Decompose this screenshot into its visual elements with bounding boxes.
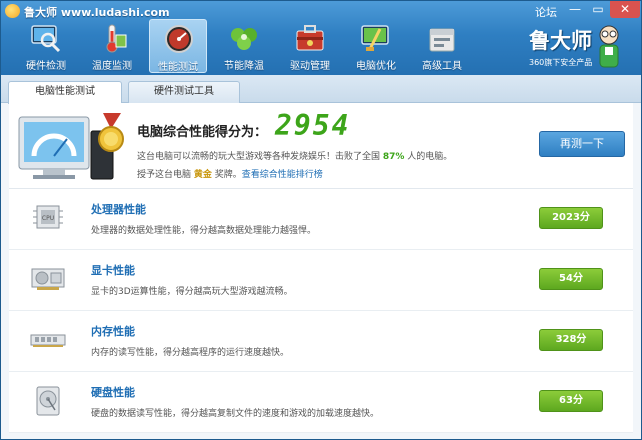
beat-percent: 87%: [382, 152, 405, 162]
score-label: 电脑综合性能得分为：: [137, 125, 268, 140]
svg-text:CPU: CPU: [42, 215, 54, 222]
tool-case-icon: [429, 28, 455, 52]
row-score-badge: 54分: [539, 268, 603, 290]
nav-driver-manage[interactable]: 驱动管理: [281, 19, 339, 73]
nav-temperature[interactable]: 温度监测: [83, 19, 141, 73]
header: 鲁大师 www.ludashi.com 论坛 — ▭ ✕ 硬件检测 温度监测 性…: [1, 1, 641, 75]
nav-label: 高级工具: [422, 61, 462, 72]
nav-optimize[interactable]: 电脑优化: [347, 19, 405, 73]
row-description: 显卡的3D运算性能，得分越高玩大型游戏越流畅。: [91, 287, 293, 297]
speedometer-icon: [165, 25, 193, 53]
nav-hardware-detect[interactable]: 硬件检测: [17, 19, 75, 73]
row-description: 处理器的数据处理性能，得分越高数据处理能力越强悍。: [91, 226, 317, 236]
row-score-badge: 2023分: [539, 207, 603, 229]
retest-button[interactable]: 再测一下: [539, 131, 625, 157]
tab-hardware-tools[interactable]: 硬件测试工具: [128, 81, 240, 103]
memory-score-row: 内存性能 内存的读写性能，得分越高程序的运行速度越快。 328分: [9, 311, 633, 372]
close-button[interactable]: ✕: [610, 1, 640, 18]
mascot-icon: [599, 25, 619, 68]
nav-label: 节能降温: [224, 61, 264, 72]
cpu-icon: CPU: [33, 205, 63, 229]
row-description: 硬盘的数据读写性能，得分越高复制文件的速度和游戏的加载速度越快。: [91, 409, 380, 419]
tab-performance-test[interactable]: 电脑性能测试: [8, 81, 122, 104]
nav-label: 硬件检测: [26, 61, 66, 72]
row-title[interactable]: 显卡性能: [91, 262, 135, 278]
app-logo-icon: [5, 4, 20, 18]
award-medal: 黄金: [193, 170, 212, 180]
row-title[interactable]: 硬盘性能: [91, 384, 135, 400]
cpu-score-row: CPU 处理器性能 处理器的数据处理性能，得分越高数据处理能力越强悍。 2023…: [9, 189, 633, 250]
desc-suffix: 人的电脑。: [404, 152, 453, 162]
nav-label: 电脑优化: [356, 61, 396, 72]
total-score: 2954: [275, 109, 351, 142]
component-scores-list: CPU 处理器性能 处理器的数据处理性能，得分越高数据处理能力越强悍。 2023…: [9, 189, 633, 433]
nav-label: 性能测试: [158, 62, 198, 73]
gpu-score-row: 显卡性能 显卡的3D运算性能，得分越高玩大型游戏越流畅。 54分: [9, 250, 633, 311]
row-title[interactable]: 内存性能: [91, 323, 135, 339]
ranking-link[interactable]: 查看综合性能排行榜: [242, 170, 323, 180]
nav-energy-saving[interactable]: 节能降温: [215, 19, 273, 73]
app-window: 鲁大师 www.ludashi.com 论坛 — ▭ ✕ 硬件检测 温度监测 性…: [0, 0, 642, 440]
nav-label: 温度监测: [92, 61, 132, 72]
award-prefix: 授予这台电脑: [137, 170, 194, 180]
magnifier-monitor-icon: [31, 25, 61, 53]
award-description: 授予这台电脑 黄金 奖牌。查看综合性能排行榜: [137, 167, 323, 180]
computer-medal-icon: [18, 113, 124, 180]
leaf-icon: [231, 28, 257, 50]
desc-prefix: 这台电脑可以流畅的玩大型游戏等各种发烧娱乐！击败了全国: [137, 152, 383, 162]
award-suffix: 奖牌。: [211, 170, 242, 180]
thermometer-icon: [106, 24, 127, 53]
maximize-button[interactable]: ▭: [587, 1, 609, 18]
score-description: 这台电脑可以流畅的玩大型游戏等各种发烧娱乐！击败了全国 87% 人的电脑。: [137, 149, 452, 162]
brand-name: 鲁大师: [529, 28, 592, 53]
hard-disk-icon: [36, 386, 60, 416]
disk-score-row: 硬盘性能 硬盘的数据读写性能，得分越高复制文件的速度和游戏的加载速度越快。 63…: [9, 372, 633, 433]
row-description: 内存的读写性能，得分越高程序的运行速度越快。: [91, 348, 290, 358]
row-score-badge: 328分: [539, 329, 603, 351]
minimize-button[interactable]: —: [564, 1, 586, 18]
memory-icon: [30, 334, 66, 347]
nav-advanced-tools[interactable]: 高级工具: [413, 19, 471, 73]
window-title: 鲁大师 www.ludashi.com: [24, 6, 170, 19]
tab-bar: 电脑性能测试 硬件测试工具: [1, 75, 641, 104]
main-nav: 硬件检测 温度监测 性能测试 节能降温 驱动管理 电脑优化 高级工具: [17, 19, 479, 75]
forum-link[interactable]: 论坛: [535, 4, 557, 20]
row-score-badge: 63分: [539, 390, 603, 412]
broom-monitor-icon: [361, 25, 389, 51]
title-bar: 鲁大师 www.ludashi.com 论坛 — ▭ ✕: [1, 1, 641, 21]
row-title[interactable]: 处理器性能: [91, 201, 146, 217]
graphics-card-icon: [31, 268, 65, 290]
nav-label: 驱动管理: [290, 61, 330, 72]
nav-performance-test[interactable]: 性能测试: [149, 19, 207, 73]
toolbox-icon: [296, 25, 324, 51]
brand-tagline: 360旗下安全产品: [529, 58, 593, 67]
score-summary: 电脑综合性能得分为： 2954 这台电脑可以流畅的玩大型游戏等各种发烧娱乐！击败…: [9, 103, 633, 189]
